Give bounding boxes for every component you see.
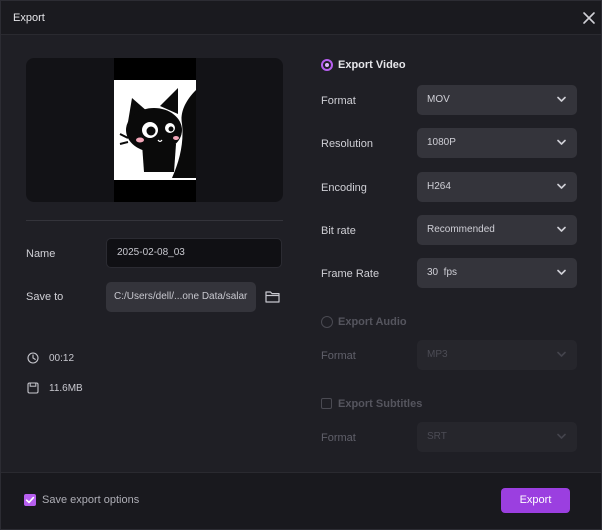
save-options-checkbox[interactable] [24,494,36,506]
chevron-down-icon [557,183,566,189]
chevron-down-icon [557,433,566,439]
export-video-radio[interactable] [321,59,333,71]
clock-icon [27,352,39,364]
format-select[interactable]: MOV [417,85,577,115]
frame-rate-select[interactable]: 30 fps [417,258,577,288]
resolution-value: 1080P [427,137,456,148]
subtitles-format-select: SRT [417,422,577,452]
export-video-title: Export Video [338,59,406,71]
close-icon[interactable] [581,10,597,26]
title-bar: Export [1,1,601,35]
export-subtitles-title: Export Subtitles [338,398,423,410]
dialog-title: Export [13,12,45,24]
cat-thumbnail [119,88,196,178]
chevron-down-icon [557,226,566,232]
resolution-label: Resolution [321,138,373,150]
export-audio-title: Export Audio [338,316,407,328]
check-icon [25,496,35,504]
subtitles-format-value: SRT [427,431,447,442]
bitrate-label: Bit rate [321,225,356,237]
format-label: Format [321,95,356,107]
save-path-input[interactable]: C:/Users/dell/...one Data/salar [106,282,256,312]
bitrate-value: Recommended [427,224,495,235]
duration-value: 00:12 [49,353,75,364]
dialog-footer: Save export options Export [1,472,601,529]
save-options-label: Save export options [42,494,140,506]
resolution-select[interactable]: 1080P [417,128,577,158]
video-preview [26,58,283,202]
export-dialog: Export Name 2025-02-08_03 Save to C:/Use… [0,0,602,530]
encoding-label: Encoding [321,182,367,194]
chevron-down-icon [557,139,566,145]
frame-rate-label: Frame Rate [321,268,380,280]
preview-frame [114,80,196,180]
bitrate-select[interactable]: Recommended [417,215,577,245]
save-disk-icon [27,382,39,394]
chevron-down-icon [557,269,566,275]
encoding-select[interactable]: H264 [417,172,577,202]
file-size-value: 11.6MB [49,383,83,394]
frame-rate-value: 30 fps [427,267,458,278]
audio-format-select: MP3 [417,340,577,370]
audio-format-label: Format [321,350,356,362]
save-to-label: Save to [26,291,64,303]
subtitles-format-label: Format [321,432,356,444]
divider [26,220,283,221]
name-input[interactable]: 2025-02-08_03 [106,238,282,268]
export-subtitles-checkbox[interactable] [321,398,332,409]
chevron-down-icon [557,351,566,357]
folder-icon[interactable] [265,290,280,303]
encoding-value: H264 [427,181,451,192]
audio-format-value: MP3 [427,349,448,360]
format-value: MOV [427,94,450,105]
export-button[interactable]: Export [501,488,570,513]
chevron-down-icon [557,96,566,102]
name-label: Name [26,248,56,260]
export-audio-radio[interactable] [321,316,333,328]
